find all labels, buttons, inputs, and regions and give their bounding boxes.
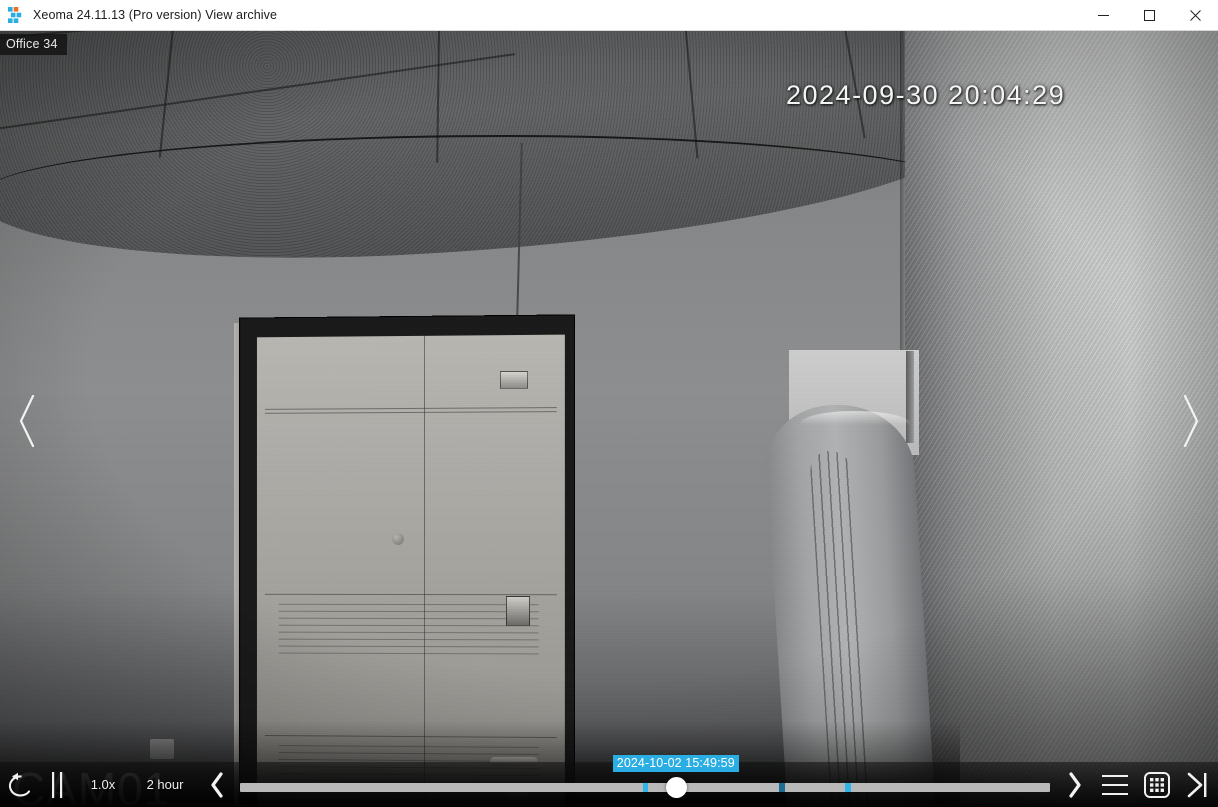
timeline-event-marker[interactable] <box>643 783 649 792</box>
chevron-left-icon <box>19 394 35 448</box>
minimize-button[interactable] <box>1080 0 1126 31</box>
video-viewport[interactable]: Office 34 2024-09-30 20:04:29 CAM01 <box>0 31 1218 807</box>
maximize-button[interactable] <box>1126 0 1172 31</box>
window-controls <box>1080 0 1218 31</box>
replay-rewind-icon <box>8 772 30 797</box>
maximize-icon <box>1143 9 1155 21</box>
chevron-right-icon <box>1069 771 1081 798</box>
timeline-event-marker[interactable] <box>779 783 786 792</box>
rewind-button[interactable] <box>0 762 40 807</box>
playback-speed-label[interactable]: 1.0x <box>74 777 132 792</box>
close-button[interactable] <box>1172 0 1218 31</box>
skip-to-end-icon <box>1187 772 1207 797</box>
timeline-playhead[interactable] <box>665 777 687 798</box>
playback-control-bar: 1.0x 2 hour 2024-10-02 15:49:59 <box>0 755 1218 807</box>
archive-timeline[interactable]: 2024-10-02 15:49:59 <box>240 755 1050 807</box>
close-icon <box>1189 9 1201 21</box>
timeline-time-tooltip: 2024-10-02 15:49:59 <box>612 755 739 772</box>
next-camera-button[interactable] <box>1172 386 1210 456</box>
grid-layout-icon <box>1144 771 1170 798</box>
pause-button[interactable] <box>40 762 74 807</box>
hamburger-menu-icon <box>1102 774 1128 795</box>
xeoma-archive-window: Xeoma 24.11.13 (Pro version) View archiv… <box>0 0 1218 807</box>
menu-button[interactable] <box>1094 762 1136 807</box>
timeline-event-marker[interactable] <box>845 783 852 792</box>
chevron-right-icon <box>1183 394 1199 448</box>
scene-render <box>0 31 1218 807</box>
camera-name-label: Office 34 <box>0 34 67 55</box>
jump-to-end-button[interactable] <box>1178 762 1218 807</box>
pause-icon <box>52 771 63 798</box>
timeline-range-label[interactable]: 2 hour <box>132 777 198 792</box>
lens-vignette <box>0 31 1218 807</box>
title-bar: Xeoma 24.11.13 (Pro version) View archiv… <box>0 0 1218 31</box>
xeoma-checker-logo-icon <box>8 7 22 23</box>
previous-camera-button[interactable] <box>8 386 46 456</box>
layout-grid-button[interactable] <box>1136 762 1178 807</box>
step-forward-button[interactable] <box>1056 762 1094 807</box>
chevron-left-icon <box>211 771 223 798</box>
minimize-icon <box>1097 14 1109 16</box>
window-title: Xeoma 24.11.13 (Pro version) View archiv… <box>33 8 278 22</box>
video-overlay-timestamp: 2024-09-30 20:04:29 <box>786 80 1066 110</box>
step-back-button[interactable] <box>198 762 236 807</box>
